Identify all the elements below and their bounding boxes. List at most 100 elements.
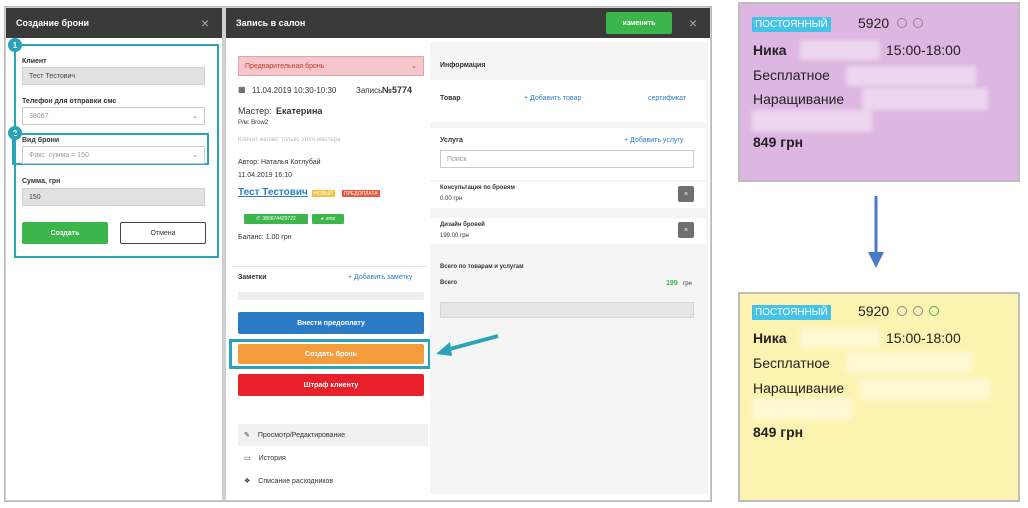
room-label: Р/м: Brow2 bbox=[238, 120, 269, 126]
menu-view-edit-label: Просмотр/Редактирование bbox=[257, 431, 346, 439]
divider bbox=[232, 266, 428, 267]
blurred-text bbox=[846, 352, 972, 374]
client-wants-master: Клиент желает только этого мастера bbox=[238, 137, 341, 143]
phone-chip[interactable]: ✆ 380674429722 bbox=[244, 214, 308, 224]
create-booking-title: Создание брони bbox=[16, 18, 90, 28]
author-date: 11.04.2019 16:10 bbox=[238, 172, 292, 179]
booking-type-select[interactable]: Фикс. сумма = 150 ⌄ bbox=[22, 146, 205, 164]
pencil-icon: ✎ bbox=[244, 432, 250, 439]
notes-area[interactable] bbox=[238, 292, 424, 300]
phone-value: 38067 bbox=[29, 112, 49, 120]
blurred-text bbox=[752, 110, 872, 132]
card-bottom-line1: Бесплатное bbox=[753, 355, 830, 371]
search-placeholder: Поиск bbox=[447, 155, 467, 163]
sum-label: Сумма, грн bbox=[22, 178, 61, 185]
chevron-down-icon: ⌄ bbox=[192, 152, 198, 159]
chevron-down-icon: ⌄ bbox=[411, 63, 417, 70]
card-bottom-number: 5920 bbox=[858, 303, 890, 319]
booking-type-label: Вид брони bbox=[22, 137, 60, 144]
step-1-badge: 1 bbox=[8, 38, 22, 52]
phone-icon: ✆ bbox=[256, 216, 261, 222]
card-bottom-time: 15:00-18:00 bbox=[886, 330, 961, 346]
booking-type-value: Фикс. сумма = 150 bbox=[29, 151, 89, 159]
client-field[interactable]: Тест Тестович bbox=[22, 67, 205, 85]
add-service-link[interactable]: + Добавить услугу bbox=[624, 137, 683, 144]
book-icon: ▭ bbox=[244, 455, 251, 462]
author-label: Автор: Наталья Котлубай bbox=[238, 159, 321, 166]
status-value: Предварительная бронь bbox=[245, 62, 325, 70]
card-top-name: Ника bbox=[753, 42, 787, 58]
phone-select[interactable]: 38067 ⌄ bbox=[22, 107, 205, 125]
client-label: Клиент bbox=[22, 58, 47, 65]
remove-service-icon[interactable]: × bbox=[678, 222, 694, 238]
record-datetime: 11.04.2019 10:30-10:30 bbox=[252, 86, 337, 95]
clock-icon bbox=[897, 18, 907, 28]
total-bar bbox=[440, 302, 694, 318]
sms-chip[interactable]: ● sms bbox=[312, 214, 344, 224]
master-name: Екатерина bbox=[276, 106, 323, 116]
menu-consumables[interactable]: ❖ Списание расходников bbox=[238, 470, 428, 492]
arrow-to-create-booking-icon bbox=[436, 334, 499, 356]
card-top-number: 5920 bbox=[858, 15, 890, 31]
clock-green-icon bbox=[929, 306, 939, 316]
service2-name: Дизайн бровей bbox=[440, 222, 485, 228]
record-number: №5774 bbox=[382, 85, 413, 95]
balance-label: Баланс: 1.00 грн bbox=[238, 234, 292, 241]
menu-consumables-label: Списание расходников bbox=[258, 477, 334, 485]
create-booking-button[interactable]: Создать бронь bbox=[238, 344, 424, 364]
card-bottom-line2: Наращивание bbox=[753, 380, 845, 396]
card-bottom-name: Ника bbox=[753, 330, 787, 346]
service1-price: 0.00 грн bbox=[440, 196, 463, 202]
card-bottom-price: 849 грн bbox=[753, 424, 804, 440]
remove-service-icon[interactable]: × bbox=[678, 186, 694, 202]
chat-icon: ● bbox=[320, 216, 324, 222]
card-top-time: 15:00-18:00 bbox=[886, 42, 961, 58]
fine-client-button[interactable]: Штраф клиенту bbox=[238, 374, 424, 396]
sum-field[interactable]: 150 bbox=[22, 188, 205, 206]
calendar-icon: ▦ bbox=[238, 85, 246, 94]
blurred-text bbox=[860, 378, 990, 400]
close-icon[interactable]: × bbox=[678, 8, 708, 38]
card-top-line2: Наращивание bbox=[753, 91, 845, 107]
service-search-input[interactable]: Поиск bbox=[440, 150, 694, 168]
total-label: Всего по товарам и услугам bbox=[440, 264, 524, 270]
close-icon[interactable]: × bbox=[190, 8, 220, 38]
total-row-label: Всего bbox=[440, 280, 458, 286]
edit-button[interactable]: изменить bbox=[606, 12, 672, 34]
clock-icon bbox=[913, 18, 923, 28]
client-name-link[interactable]: Тест Тестович bbox=[238, 187, 308, 198]
phone-chip-number: 380674429722 bbox=[262, 216, 296, 222]
menu-view-edit[interactable]: ✎ Просмотр/Редактирование bbox=[238, 424, 428, 446]
card-bottom-status: ПОСТОЯННЫЙ bbox=[752, 305, 831, 320]
card-top-status: ПОСТОЯННЫЙ bbox=[752, 17, 831, 32]
card-top-price: 849 грн bbox=[753, 134, 804, 150]
cancel-button[interactable]: Отмена bbox=[120, 222, 206, 244]
menu-history-label: История bbox=[258, 454, 286, 462]
service-label: Услуга bbox=[440, 137, 463, 144]
prepay-tag: ПРЕДОПЛАТА bbox=[342, 190, 380, 197]
new-client-tag: НОВЫЙ bbox=[312, 190, 335, 197]
cubes-icon: ❖ bbox=[244, 478, 251, 485]
notes-label: Заметки bbox=[238, 274, 267, 281]
blurred-text bbox=[862, 88, 988, 110]
add-note-link[interactable]: + Добавить заметку bbox=[348, 274, 412, 281]
total-value: 199 bbox=[666, 280, 678, 287]
clock-icon bbox=[913, 306, 923, 316]
menu-history[interactable]: ▭ История bbox=[238, 447, 428, 469]
record-label: Запись bbox=[356, 86, 383, 95]
total-currency: грн bbox=[683, 281, 692, 287]
chevron-down-icon: ⌄ bbox=[192, 113, 198, 120]
info-label: Информация bbox=[440, 62, 486, 69]
service2-price: 199.00 грн bbox=[440, 233, 469, 239]
status-select[interactable]: Предварительная бронь ⌄ bbox=[238, 56, 424, 76]
certificate-link[interactable]: сертификат bbox=[648, 95, 686, 102]
card-top-line1: Бесплатное bbox=[753, 67, 830, 83]
prepay-button[interactable]: Внести предоплату bbox=[238, 312, 424, 334]
arrow-down-icon bbox=[868, 196, 884, 268]
master-label: Мастер: bbox=[238, 106, 272, 116]
add-goods-link[interactable]: + Добавить товар bbox=[524, 95, 581, 102]
sms-chip-label: sms bbox=[325, 216, 336, 222]
blurred-text bbox=[846, 66, 976, 86]
blurred-text bbox=[800, 328, 880, 348]
create-button[interactable]: Создать bbox=[22, 222, 108, 244]
